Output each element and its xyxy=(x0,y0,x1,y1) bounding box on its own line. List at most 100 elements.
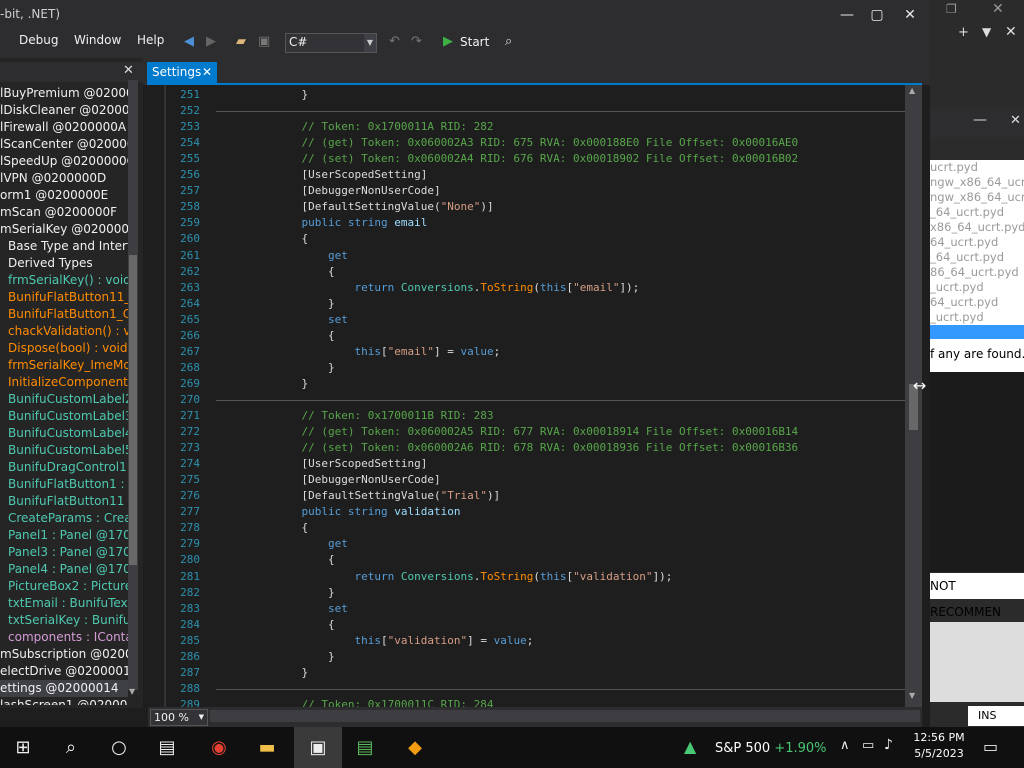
tree-item[interactable]: BunifuFlatButton1_Cli xyxy=(8,306,128,323)
tree-item[interactable]: Panel4 : Panel @17000 xyxy=(8,561,128,578)
start-button[interactable]: Start xyxy=(460,33,489,51)
code-editor[interactable]: 251 252 253 254 255 256 257 258 259 260 261 262 263 2… xyxy=(148,85,922,707)
background-text-area[interactable] xyxy=(930,622,1024,702)
chrome-icon[interactable]: ◉ xyxy=(196,727,242,768)
file-list-item[interactable]: _ucrt.pyd xyxy=(930,280,984,294)
file-list-item[interactable]: 64_ucrt.pyd xyxy=(930,295,998,309)
file-list-item[interactable]: _ucrt.pyd xyxy=(930,310,984,324)
search-icon[interactable]: ⌕ xyxy=(505,33,512,51)
tree-item[interactable]: lFirewall @0200000A xyxy=(0,119,126,136)
tree-item[interactable]: txtSerialKey : BunifuTe xyxy=(8,612,128,629)
tree-item[interactable]: mSerialKey @02000010 xyxy=(0,221,128,238)
tree-item[interactable]: frmSerialKey_ImeMod xyxy=(8,357,128,374)
undo-icon[interactable]: ↶ xyxy=(389,33,400,51)
tree-item[interactable]: BunifuDragControl1 : xyxy=(8,459,128,476)
tree-item[interactable]: orm1 @0200000E xyxy=(0,187,108,204)
close-button[interactable]: ✕ xyxy=(895,4,925,26)
tree-item[interactable]: BunifuCustomLabel4 : xyxy=(8,425,128,442)
plus-icon[interactable]: + xyxy=(958,25,969,40)
close-tree-icon[interactable]: ✕ xyxy=(123,63,134,78)
tree-item[interactable]: BunifuCustomLabel3 : xyxy=(8,408,128,425)
restore-icon[interactable]: ❐ xyxy=(946,2,957,16)
tab-settings[interactable]: Settings ✕ xyxy=(147,62,217,83)
tree-item[interactable]: mSubscription @020000 xyxy=(0,646,128,663)
menu-help[interactable]: Help xyxy=(137,33,164,47)
cortana-icon[interactable]: ○ xyxy=(96,727,142,768)
save-icon[interactable]: ▣ xyxy=(258,33,270,51)
tree-item[interactable]: BunifuCustomLabel5 : xyxy=(8,442,128,459)
tree-item[interactable]: Dispose(bool) : void @ xyxy=(8,340,128,357)
notifications-icon[interactable]: ▭ xyxy=(983,737,998,756)
file-list-item[interactable]: ngw_x86_64_ucrt.py xyxy=(930,190,1024,204)
tree-item[interactable]: lScanCenter @0200000B xyxy=(0,136,128,153)
tree-item[interactable]: electDrive @02000012 xyxy=(0,663,128,680)
tree-item[interactable]: mScan @0200000F xyxy=(0,204,117,221)
close-icon[interactable]: ✕ xyxy=(1010,113,1021,128)
chevron-down-icon[interactable]: ▼ xyxy=(982,25,991,39)
tree-item[interactable]: InitializeComponent() xyxy=(8,374,128,391)
file-list-item[interactable]: _64_ucrt.pyd xyxy=(930,205,1004,219)
menu-window[interactable]: Window xyxy=(74,33,121,47)
tree-item[interactable]: lDiskCleaner @02000009 xyxy=(0,102,128,119)
windows-start-icon[interactable]: ⊞ xyxy=(0,727,46,768)
task-view-icon[interactable]: ▤ xyxy=(144,727,190,768)
notepad-icon[interactable]: ▤ xyxy=(342,727,388,768)
tree-scroll-down-icon[interactable]: ▼ xyxy=(129,687,135,696)
tree-item[interactable]: ettings @02000014 xyxy=(0,680,128,697)
minimize-button[interactable]: — xyxy=(832,4,862,26)
scroll-up-icon[interactable]: ▲ xyxy=(909,86,915,95)
tree-scroll-thumb[interactable] xyxy=(129,255,137,565)
tree-item[interactable]: BunifuFlatButton11 : B xyxy=(8,493,128,510)
tree-item[interactable]: Base Type and Interfac xyxy=(8,238,128,255)
tree-item[interactable]: BunifuFlatButton11_C xyxy=(8,289,128,306)
message-text: f any are found. xyxy=(930,347,1024,361)
play-icon[interactable]: ▶ xyxy=(443,33,453,51)
tree-item[interactable]: CreateParams : Create xyxy=(8,510,128,527)
file-explorer-icon[interactable]: ▬ xyxy=(244,727,290,768)
scroll-down-icon[interactable]: ▼ xyxy=(909,691,915,700)
tree-item[interactable]: PictureBox2 : PictureB xyxy=(8,578,128,595)
stock-ticker[interactable]: S&P 500 +1.90% xyxy=(715,741,827,756)
zoom-select[interactable]: 100 % ▼ xyxy=(150,709,208,726)
clock[interactable]: 12:56 PM 5/5/2023 xyxy=(908,730,970,762)
tree-item[interactable]: chackValidation() : voi xyxy=(8,323,128,340)
file-list-item[interactable]: ucrt.pyd xyxy=(930,160,978,174)
dnspy-icon[interactable]: ▣ xyxy=(294,727,342,768)
file-list-item[interactable]: 64_ucrt.pyd xyxy=(930,235,998,249)
file-list-item[interactable]: x86_64_ucrt.pyd xyxy=(930,220,1024,234)
language-select[interactable]: C# ▼ xyxy=(285,33,377,53)
file-list-item[interactable]: 86_64_ucrt.pyd xyxy=(930,265,1019,279)
network-icon[interactable]: ▭ xyxy=(862,738,874,753)
code-line: } xyxy=(275,649,335,663)
forward-icon[interactable]: ▶ xyxy=(206,33,216,51)
tree-item[interactable]: lBuyPremium @0200000 xyxy=(0,85,128,102)
back-icon[interactable]: ◀ xyxy=(184,33,194,51)
search-icon[interactable]: ⌕ xyxy=(48,727,94,768)
maximize-button[interactable]: ▢ xyxy=(862,4,892,26)
chevron-up-icon[interactable]: ∧ xyxy=(840,738,850,753)
tree-item[interactable]: components : IContai xyxy=(8,629,128,646)
file-list-item[interactable]: ngw_x86_64_ucrt.p xyxy=(930,175,1024,189)
tree-item[interactable]: frmSerialKey() : void @ xyxy=(8,272,128,289)
member-separator xyxy=(216,399,906,401)
close-icon[interactable]: ✕ xyxy=(992,1,1004,17)
tree-item[interactable]: BunifuCustomLabel2 : xyxy=(8,391,128,408)
close-tab-icon[interactable]: ✕ xyxy=(202,62,212,83)
tree-item[interactable]: Panel1 : Panel @17000 xyxy=(8,527,128,544)
menu-debug[interactable]: Debug xyxy=(19,33,58,47)
close-icon[interactable]: ✕ xyxy=(1005,24,1017,40)
app-icon[interactable]: ◆ xyxy=(392,727,438,768)
tree-item[interactable]: txtEmail : BunifuTextB xyxy=(8,595,128,612)
volume-icon[interactable]: ♪ xyxy=(884,737,893,753)
redo-icon[interactable]: ↷ xyxy=(411,33,422,51)
tree-item[interactable]: Panel3 : Panel @17000 xyxy=(8,544,128,561)
tree-item[interactable]: lVPN @0200000D xyxy=(0,170,106,187)
open-folder-icon[interactable]: ▰ xyxy=(236,33,246,51)
file-list-item[interactable]: _64_ucrt.pyd xyxy=(930,250,1004,264)
tree-item[interactable]: lSpeedUp @0200000C xyxy=(0,153,128,170)
tree-item[interactable]: lashScreen1 @020000 xyxy=(0,697,128,705)
tree-item[interactable]: BunifuFlatButton1 : Bu xyxy=(8,476,128,493)
tree-item[interactable]: Derived Types xyxy=(8,255,93,272)
minimize-icon[interactable]: — xyxy=(973,112,987,128)
horizontal-scrollbar[interactable] xyxy=(210,710,920,722)
